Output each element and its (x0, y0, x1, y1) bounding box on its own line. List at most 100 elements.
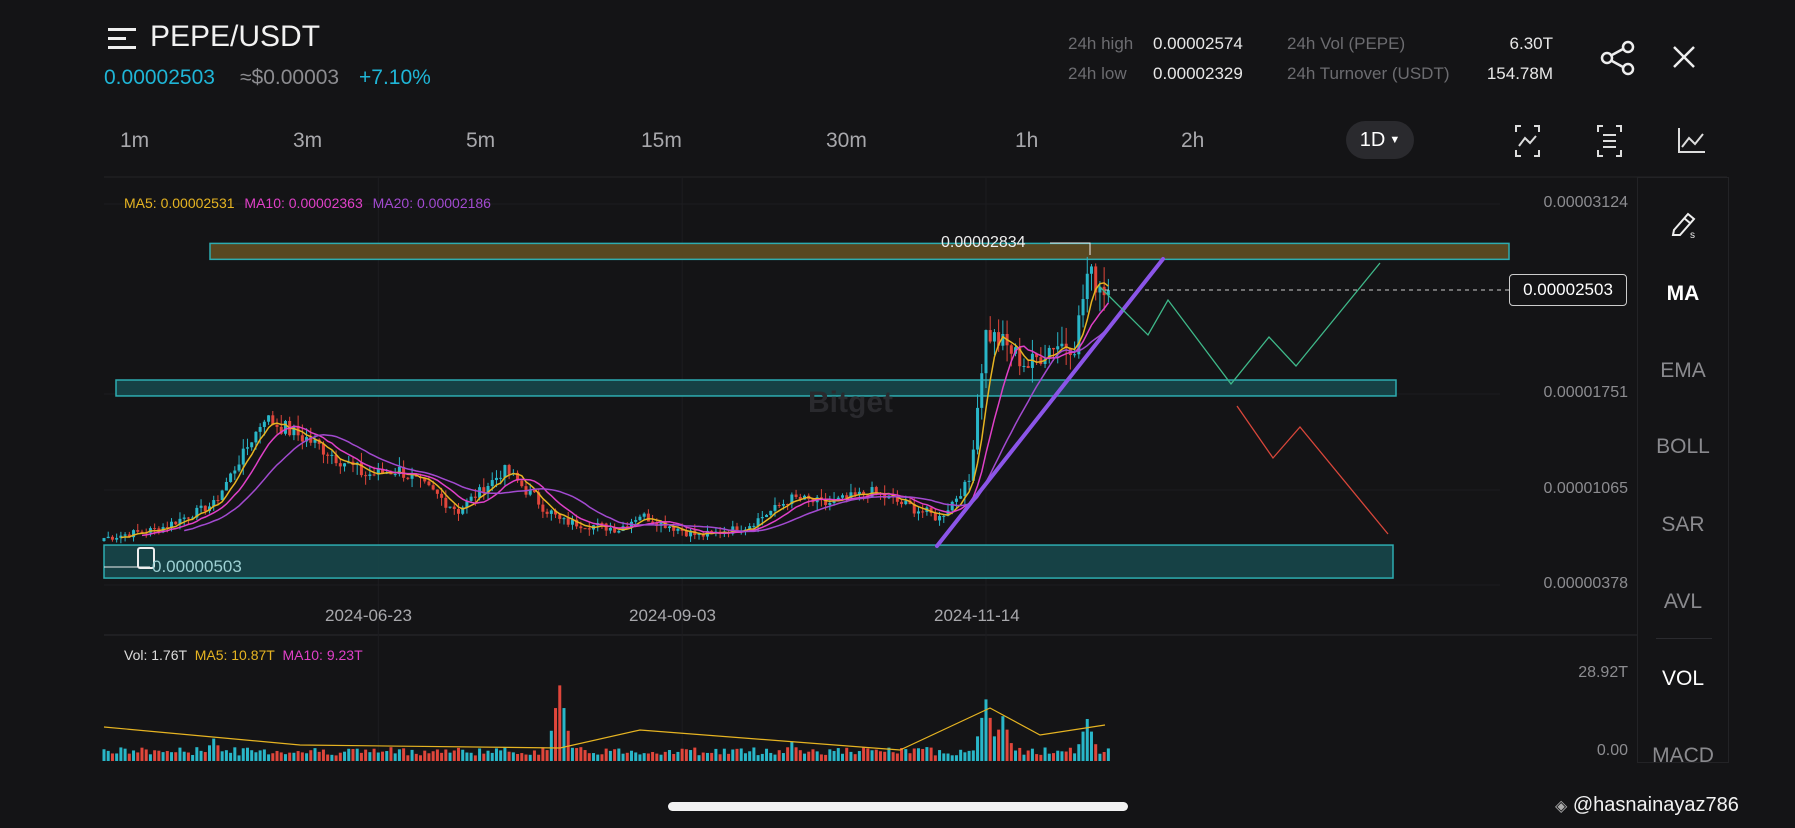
volume-bar (727, 753, 731, 761)
candle (954, 498, 958, 502)
candle (765, 514, 769, 518)
volume-bar (1039, 754, 1043, 761)
candle (224, 481, 228, 491)
indicator-sar[interactable]: SAR (1638, 513, 1728, 537)
indicator-panel: s MA EMA BOLL SAR AVL VOL MACD (1637, 177, 1729, 763)
price-chart[interactable] (0, 0, 1795, 828)
volume-bar (1068, 747, 1072, 761)
volume-bar (756, 755, 760, 761)
volume-bar (1089, 731, 1093, 761)
indicator-avl[interactable]: AVL (1638, 590, 1728, 614)
candle (921, 511, 925, 513)
volume-bar (140, 747, 144, 761)
x-tick: 2024-09-03 (629, 606, 716, 625)
candle (684, 530, 688, 537)
volume-bar (267, 754, 271, 761)
volume-bar (921, 748, 925, 761)
candle (1009, 345, 1013, 354)
volume-bar (452, 750, 456, 761)
volume-bar (1014, 750, 1018, 761)
volume-bar (381, 751, 385, 761)
volume-bar (1064, 751, 1068, 761)
volume-bar (1052, 753, 1055, 761)
volume-bar (1073, 753, 1077, 761)
volume-bar (511, 752, 515, 761)
candle (499, 477, 503, 479)
candle (473, 496, 477, 498)
candle (494, 477, 498, 481)
volume-bar (1102, 752, 1106, 761)
candle (448, 506, 452, 508)
candle (566, 518, 570, 525)
volume-bar (343, 751, 347, 761)
volume-bar (845, 747, 849, 761)
candle (1081, 299, 1085, 316)
candle (933, 512, 937, 521)
volume-bar (1043, 747, 1047, 761)
candle (410, 475, 414, 479)
zone-support-mid (115, 379, 1397, 397)
candle (220, 490, 224, 501)
volume-bar (165, 750, 169, 761)
volume-bar (824, 754, 828, 761)
candle (667, 526, 671, 529)
volume-bar (153, 750, 157, 761)
volume-bar (389, 747, 393, 761)
indicator-vol[interactable]: VOL (1638, 667, 1728, 691)
volume-bar (663, 751, 667, 761)
candle (435, 489, 439, 494)
volume-bar (212, 738, 216, 761)
trend-line (935, 257, 1165, 548)
volume-bar (182, 751, 186, 761)
candle (1022, 365, 1026, 367)
candle (579, 526, 583, 529)
volume-bar (144, 749, 148, 761)
home-indicator[interactable] (668, 802, 1128, 811)
candle (777, 505, 781, 507)
candle (646, 513, 650, 522)
volume-bar (862, 747, 866, 761)
candle (368, 474, 372, 476)
volume-bar (423, 750, 427, 761)
volume-bar (667, 750, 671, 761)
indicator-ema[interactable]: EMA (1638, 359, 1728, 383)
volume-bar (971, 750, 975, 761)
volume-bar (933, 755, 937, 761)
indicator-macd[interactable]: MACD (1638, 744, 1728, 762)
volume-bar (115, 753, 119, 761)
volume-bar (397, 749, 401, 761)
volume-bar (554, 708, 558, 761)
volume-bar (224, 750, 228, 761)
volume-bar (1060, 751, 1064, 761)
volume-bar (579, 747, 583, 761)
candle (541, 504, 545, 512)
candle (174, 521, 178, 525)
volume-bar (836, 748, 840, 761)
volume-bar (988, 717, 992, 761)
volume-bar (203, 752, 207, 761)
volume-bar (950, 755, 954, 761)
volume-bar (136, 752, 140, 761)
volume-bar (524, 754, 528, 761)
volume-bar (575, 748, 579, 761)
volume-bar (841, 753, 844, 761)
volume-bar (532, 750, 536, 761)
volume-bar (427, 753, 431, 761)
volume-bar (199, 750, 203, 761)
volume-bar (241, 748, 245, 761)
volume-bar (368, 752, 372, 761)
candle (250, 442, 254, 448)
candle (300, 435, 304, 442)
drawing-pencil-icon[interactable]: s (1638, 196, 1728, 246)
volume-bar (748, 751, 752, 761)
indicator-ma[interactable]: MA (1638, 282, 1728, 306)
volume-bar (786, 747, 790, 761)
volume-bar (237, 755, 241, 761)
y-tick: 0.00003124 (1543, 194, 1628, 211)
volume-bar (486, 750, 490, 761)
indicator-boll[interactable]: BOLL (1638, 435, 1728, 459)
volume-bar (516, 754, 520, 761)
y-tick: 0.00000378 (1543, 575, 1628, 592)
candle (1052, 347, 1055, 350)
candle (634, 520, 638, 522)
